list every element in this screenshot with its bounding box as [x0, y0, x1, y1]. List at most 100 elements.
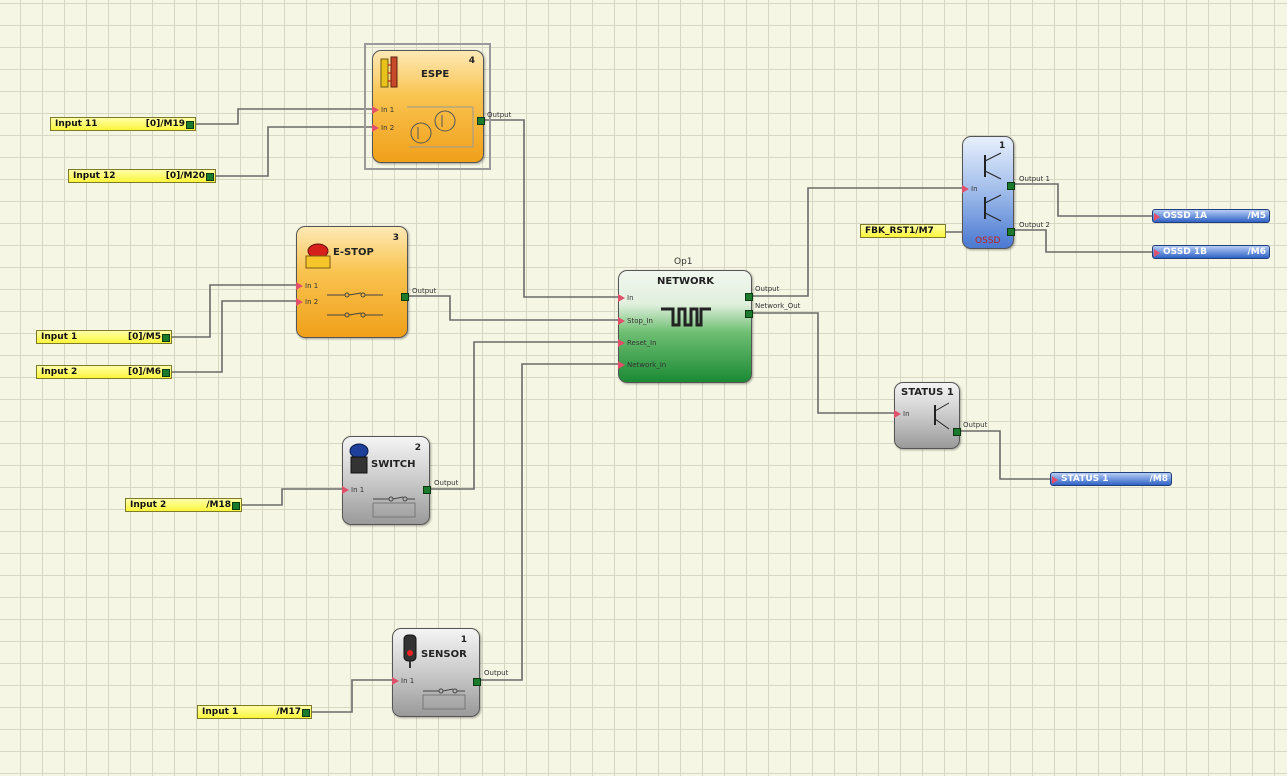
- transistor-icon: [407, 106, 474, 148]
- ossd-block[interactable]: 1 OSSD In Output 1 Output 2: [962, 136, 1050, 249]
- input-code: /M17: [276, 707, 301, 717]
- input-tag[interactable]: Input 1 [0]/M5: [36, 330, 172, 344]
- transistor-icon: [934, 402, 950, 430]
- input-pin[interactable]: [372, 106, 379, 114]
- status-block[interactable]: STATUS 1 In Output: [894, 382, 987, 449]
- pin-label: In: [903, 410, 910, 418]
- pin-label: Output: [434, 479, 459, 487]
- pin-label: In 2: [381, 124, 395, 132]
- block-title: STATUS 1: [901, 387, 954, 398]
- pin-label: In: [627, 294, 634, 302]
- feedback-tag[interactable]: FBK_RST1/M7: [860, 224, 946, 238]
- estop-block[interactable]: E-STOP 3 In 1 In 2 Output: [296, 226, 436, 338]
- input-name: Input 1: [202, 707, 239, 717]
- output-pin[interactable]: [745, 293, 753, 301]
- input-pin[interactable]: [618, 317, 625, 325]
- pin-label: Reset_In: [627, 339, 657, 347]
- output-name: STATUS 1: [1061, 474, 1109, 484]
- output-pin[interactable]: [302, 709, 310, 717]
- input-tag[interactable]: Input 11 [0]/M19: [50, 117, 196, 131]
- input-pin[interactable]: [342, 486, 349, 494]
- output-pin[interactable]: [162, 369, 170, 377]
- input-pin[interactable]: [962, 185, 969, 193]
- input-code: [0]/M6: [128, 367, 161, 377]
- output-name: OSSD 1B: [1163, 247, 1207, 257]
- input-tag[interactable]: Input 2 /M18: [125, 498, 242, 512]
- pin-label: Network_Out: [755, 302, 801, 310]
- output-pin[interactable]: [186, 121, 194, 129]
- output-pin[interactable]: [745, 310, 753, 318]
- output-name: OSSD 1A: [1163, 211, 1208, 221]
- pin-label: Output: [963, 421, 988, 429]
- operator-label: Op1: [674, 257, 693, 267]
- feedback-name: FBK_RST1/M7: [865, 226, 934, 236]
- input-pin[interactable]: [296, 298, 303, 306]
- switch-block[interactable]: SWITCH 2 In 1 Output: [342, 436, 458, 525]
- pin-label: Output: [412, 287, 437, 295]
- input-code: [0]/M5: [128, 332, 161, 342]
- output-tag[interactable]: OSSD 1A /M5: [1152, 209, 1270, 223]
- block-number: 1: [460, 635, 467, 645]
- output-code: /M8: [1149, 474, 1168, 484]
- transistor-icon: [984, 152, 1002, 222]
- input-name: Input 2: [41, 367, 78, 377]
- output-pin[interactable]: [401, 293, 409, 301]
- pin-label: In 1: [401, 677, 415, 685]
- input-pin[interactable]: [618, 361, 625, 369]
- output-pin[interactable]: [477, 117, 485, 125]
- contact-symbol-icon: [422, 688, 466, 710]
- input-pin[interactable]: [618, 294, 625, 302]
- output-pin[interactable]: [423, 486, 431, 494]
- pin-label: In 2: [305, 298, 319, 306]
- photo-sensor-icon: [403, 634, 417, 668]
- emergency-stop-icon: [305, 243, 331, 269]
- output-pin[interactable]: [162, 334, 170, 342]
- input-pin[interactable]: [1154, 213, 1160, 221]
- sensor-block[interactable]: SENSOR 1 In 1 Output: [392, 628, 508, 717]
- block-footer: OSSD: [975, 236, 1001, 246]
- input-pin[interactable]: [392, 677, 399, 685]
- input-pin[interactable]: [894, 410, 901, 418]
- output-code: /M6: [1247, 247, 1266, 257]
- pin-label: In 1: [351, 486, 365, 494]
- input-code: [0]/M20: [165, 171, 205, 181]
- pin-label: In 1: [305, 282, 319, 290]
- output-pin[interactable]: [1007, 182, 1015, 190]
- contact-symbol-icon: [327, 292, 383, 318]
- input-tag[interactable]: Input 2 [0]/M6: [36, 365, 172, 379]
- input-name: Input 1: [41, 332, 78, 342]
- espe-block[interactable]: ESPE 4 In 1 In 2 Output: [372, 50, 511, 163]
- input-pin[interactable]: [1052, 476, 1058, 484]
- input-tag[interactable]: Input 1 /M17: [197, 705, 312, 719]
- pulse-train-icon: [661, 307, 711, 327]
- input-pin[interactable]: [618, 339, 625, 347]
- pin-label: Output 1: [1019, 175, 1050, 183]
- block-title: SWITCH: [371, 459, 416, 470]
- input-pin[interactable]: [1154, 249, 1160, 257]
- pin-label: Stop_In: [627, 317, 653, 325]
- network-block[interactable]: NETWORK In Stop_In Reset_In Network_In O…: [618, 270, 800, 383]
- block-title: E-STOP: [333, 247, 374, 258]
- block-title: NETWORK: [657, 276, 715, 287]
- contact-symbol-icon: [372, 496, 416, 518]
- input-pin[interactable]: [296, 282, 303, 290]
- pin-label: In 1: [381, 106, 395, 114]
- block-number: 1: [999, 141, 1006, 151]
- input-pin[interactable]: [372, 124, 379, 132]
- output-pin[interactable]: [206, 173, 214, 181]
- block-number: 3: [392, 233, 399, 243]
- output-pin[interactable]: [1007, 228, 1015, 236]
- output-pin[interactable]: [473, 678, 481, 686]
- push-button-icon: [349, 443, 369, 474]
- output-tag[interactable]: OSSD 1B /M6: [1152, 245, 1270, 259]
- output-pin[interactable]: [953, 428, 961, 436]
- output-pin[interactable]: [232, 502, 240, 510]
- diagram-canvas: Input 11 [0]/M19 Input 12 [0]/M20 Input …: [0, 0, 1287, 776]
- pin-label: Output 2: [1019, 221, 1050, 229]
- input-name: Input 11: [55, 119, 98, 129]
- block-number: 4: [468, 56, 475, 66]
- input-name: Input 2: [130, 500, 167, 510]
- pin-label: Output: [484, 669, 509, 677]
- input-tag[interactable]: Input 12 [0]/M20: [68, 169, 216, 183]
- output-tag[interactable]: STATUS 1 /M8: [1050, 472, 1172, 486]
